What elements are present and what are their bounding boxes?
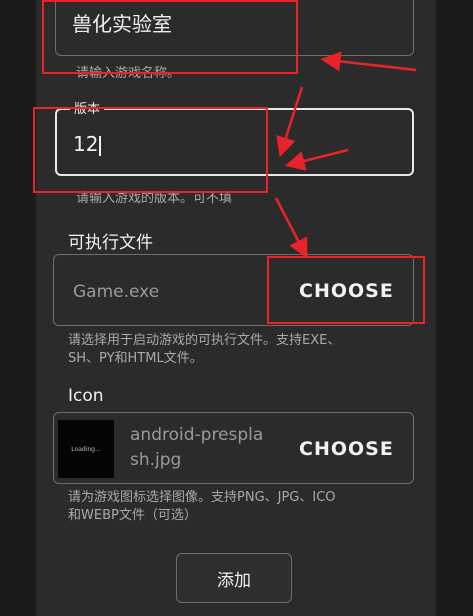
arrow-to-name-field [320, 51, 417, 72]
arrow-to-version-caret [284, 148, 349, 171]
annotation-arrows [274, 51, 417, 259]
arrow-to-choose-button [274, 197, 308, 259]
arrow-to-version-field [276, 86, 304, 158]
